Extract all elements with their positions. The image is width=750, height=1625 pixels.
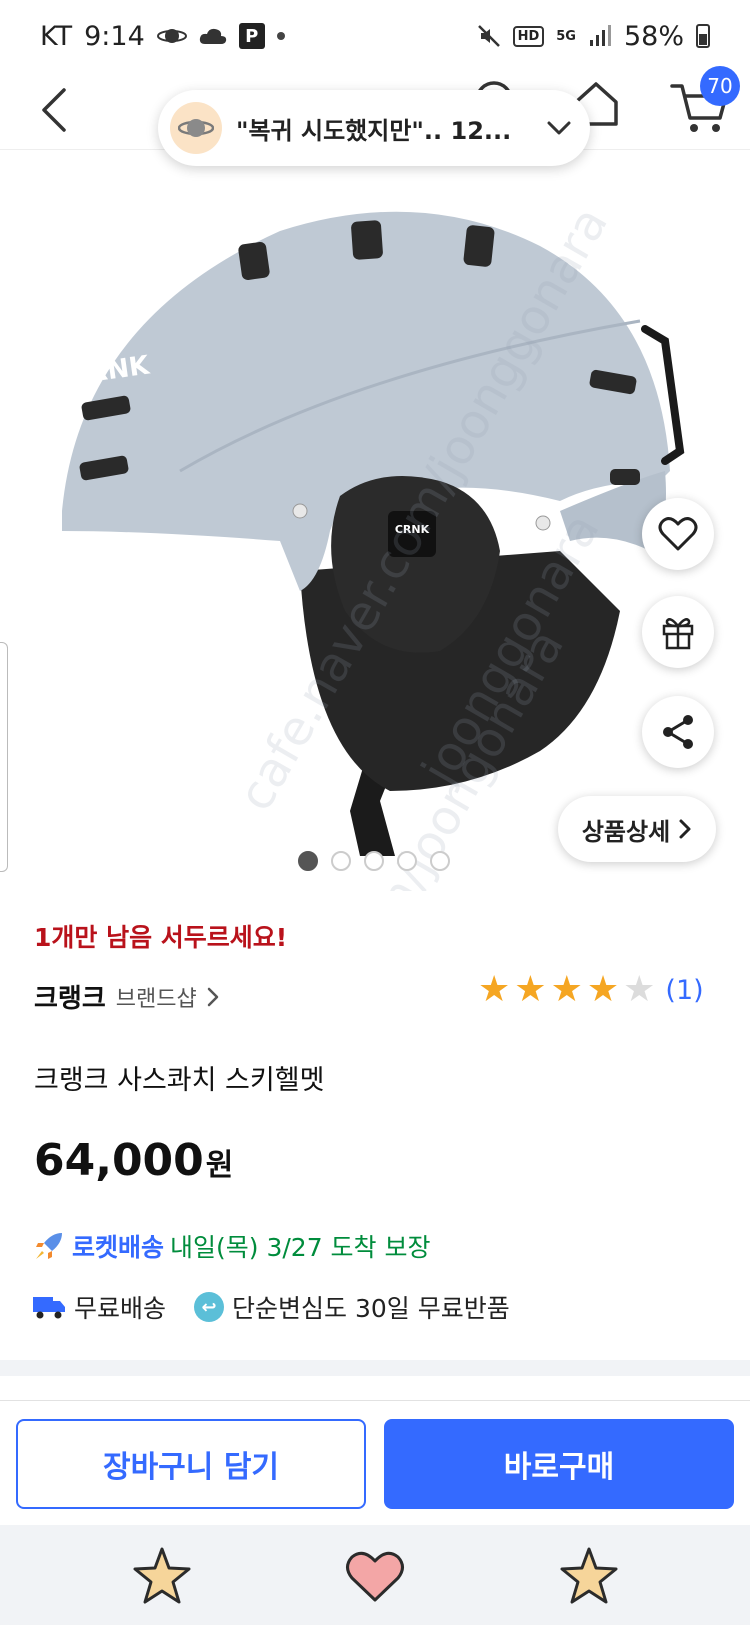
signal-icon [588,24,612,48]
product-price: 64,000 원 [34,1135,233,1186]
carrier-label: KT [40,20,73,52]
add-to-cart-button[interactable]: 장바구니 담기 [16,1419,366,1509]
carousel-dot[interactable] [397,851,417,871]
star-full-icon: ★ [478,969,511,1010]
brand-shop-link[interactable]: 크랭크 브랜드샵 [34,978,219,1015]
star-full-icon: ★ [586,969,620,1010]
carousel-dot[interactable] [364,851,384,871]
share-button[interactable] [642,696,714,768]
mute-icon [477,24,501,48]
rating-summary[interactable]: ★ ★ ★ ★ ★ (1) [478,972,704,1008]
status-left: KT 9:14 P [40,21,285,52]
saturn-icon [178,119,214,137]
truck-icon [33,1297,65,1319]
free-shipping-label: 무료배송 [74,1294,167,1323]
saturn-icon [156,25,187,47]
chat-message-text: "복귀 시도했지만".. 12... [236,116,512,145]
star-icon [133,1547,191,1604]
cloud-icon [199,26,227,46]
wishlist-button[interactable] [642,498,714,570]
shipping-row: 무료배송 ↩ 단순변심도 30일 무료반품 [32,1289,510,1325]
product-title: 크랭크 사스콰치 스키헬멧 [34,1065,325,1096]
delivery-date: 내일(목) 3/27 도착 보장 [170,1233,431,1262]
gift-icon [662,618,694,650]
chevron-down-icon[interactable] [542,111,576,145]
chevron-right-icon [679,819,691,839]
product-detail-button[interactable]: 상품상세 [558,796,716,862]
carousel-dot[interactable] [298,851,318,871]
more-notifications-icon [276,32,285,40]
rocket-delivery-label: 로켓배송 [72,1233,165,1262]
rocket-delivery-row: 로켓배송 내일(목) 3/27 도착 보장 [32,1228,431,1264]
heart-icon [658,517,698,551]
brand-shop-label: 브랜드샵 [115,986,197,1012]
return-policy-label: 단순변심도 30일 무료반품 [232,1294,510,1323]
gift-button[interactable] [642,596,714,668]
cart-count-badge: 70 [700,66,740,106]
app-notification-icon: P [238,23,265,49]
hd-voice-icon: HD [512,25,545,47]
time-label: 9:14 [84,20,145,52]
status-right: HD 5G 58% [477,21,710,52]
purchase-action-bar: 장바구니 담기 바로구매 [0,1400,750,1516]
back-button[interactable] [28,80,78,140]
cart-button[interactable]: 70 [668,66,740,138]
battery-percent: 58% [623,20,684,52]
stock-warning: 1개만 남음 서두르세요! [34,923,288,952]
section-divider [0,1360,750,1376]
status-bar: KT 9:14 P HD 5G 58% [0,0,750,72]
rocket-icon [36,1233,62,1259]
price-unit: 원 [205,1148,234,1183]
share-icon [663,715,693,749]
brand-name: 크랭크 [34,984,106,1014]
back-arrow-icon [42,88,66,132]
chevron-right-icon [207,987,218,1006]
network-type-label: 5G [556,28,576,44]
rating-count[interactable]: (1) [665,975,703,1006]
carousel-dot[interactable] [430,851,450,871]
nav-star-right[interactable] [554,1541,624,1611]
system-nav-bar [0,1525,750,1625]
nav-heart-center[interactable] [340,1541,410,1611]
nav-star-left[interactable] [127,1541,197,1611]
battery-icon [696,24,710,48]
helmet-badge-logo: CRNK [395,523,430,536]
chat-avatar [170,102,222,154]
star-full-icon: ★ [514,969,547,1010]
return-icon: ↩ [194,1292,225,1322]
star-icon [560,1547,618,1604]
product-detail-label: 상품상세 [581,817,671,846]
price-value: 64,000 [34,1135,204,1186]
heart-icon [346,1551,404,1602]
carousel-dot[interactable] [331,851,351,871]
product-image[interactable]: CRNK CRNK cafe.naver.com/joonggonara joo… [0,151,750,891]
carousel-indicator [298,851,450,871]
star-empty-icon: ★ [623,969,656,1010]
side-drawer-handle[interactable] [0,642,8,872]
star-full-icon: ★ [550,969,583,1010]
buy-now-button[interactable]: 바로구매 [384,1419,734,1509]
helmet-illustration: CRNK CRNK [62,211,685,856]
